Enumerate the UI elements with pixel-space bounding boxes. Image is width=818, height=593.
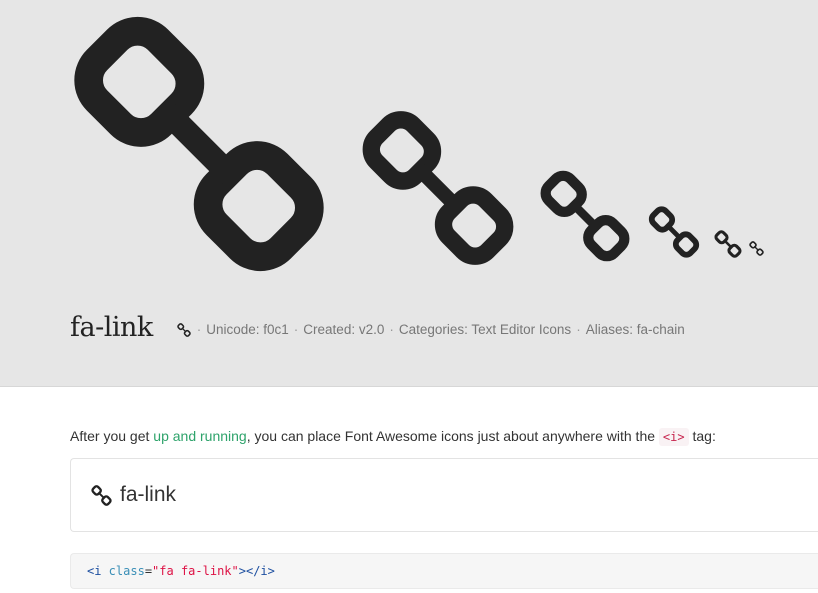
- link-icon-tiny: [714, 230, 742, 258]
- icon-header: fa-link · Unicode: f0c1 · Created: v2.0 …: [0, 0, 818, 387]
- meta-categories: Categories: Text Editor Icons: [398, 321, 572, 337]
- example-label: fa-link: [120, 483, 177, 506]
- up-and-running-link[interactable]: up and running: [153, 428, 246, 444]
- link-icon-medium: [360, 110, 516, 266]
- link-icon-micro: [749, 241, 764, 256]
- example-box: fa-link: [70, 458, 818, 532]
- link-icon-large: [70, 15, 328, 273]
- title-row: fa-link · Unicode: f0c1 · Created: v2.0 …: [70, 312, 685, 343]
- icon-meta: · Unicode: f0c1 · Created: v2.0 · Catego…: [176, 321, 685, 337]
- inline-code-i-tag: <i>: [658, 428, 689, 446]
- code-snippet[interactable]: <i class="fa fa-link"></i>: [70, 553, 818, 589]
- icon-name: fa-link: [70, 312, 153, 343]
- link-icon-xsmall: [648, 206, 700, 258]
- meta-unicode: Unicode: f0c1: [206, 321, 289, 337]
- link-icon: [176, 323, 191, 337]
- meta-created: Created: v2.0: [303, 321, 385, 337]
- meta-aliases: Aliases: fa-chain: [585, 321, 685, 337]
- link-icon-small: [539, 170, 631, 262]
- link-icon: [91, 484, 112, 506]
- intro-text: After you get up and running, you can pl…: [70, 428, 716, 446]
